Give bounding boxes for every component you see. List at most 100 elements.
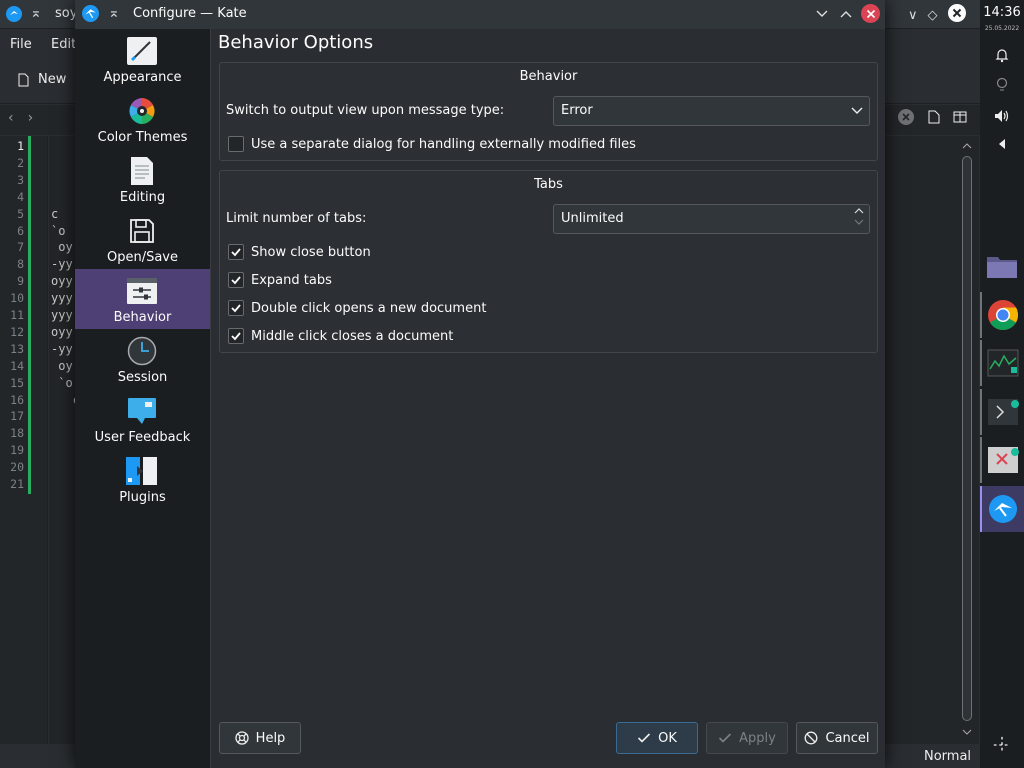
maximize-icon[interactable]: ◇ xyxy=(928,8,938,23)
task-file-manager[interactable] xyxy=(980,243,1024,289)
line-number: 21 xyxy=(10,477,24,491)
chevron-down-icon xyxy=(851,107,863,114)
sidebar-item-label: Open/Save xyxy=(106,250,178,265)
editing-icon xyxy=(125,154,159,188)
sidebar-item-open-save[interactable]: Open/Save xyxy=(75,209,210,269)
check-icon xyxy=(638,733,651,743)
dialog-titlebar: ⌅ Configure — Kate xyxy=(75,0,885,29)
output-view-combo[interactable]: Error xyxy=(553,96,870,126)
checkbox-box[interactable] xyxy=(228,300,244,316)
double-click-new-doc-label: Double click opens a new document xyxy=(251,300,487,316)
sidebar-item-appearance[interactable]: Appearance xyxy=(75,29,210,89)
double-click-new-doc-checkbox[interactable]: Double click opens a new document xyxy=(228,298,486,318)
split-view-icon[interactable] xyxy=(953,110,967,128)
configure-dialog: ⌅ Configure — Kate Appearance Color Them… xyxy=(75,0,885,768)
line-number: 13 xyxy=(10,341,24,356)
checkbox-box[interactable] xyxy=(228,272,244,288)
show-close-button-label: Show close button xyxy=(251,244,371,260)
sidebar-item-behavior[interactable]: Behavior xyxy=(75,269,210,329)
keep-above-icon[interactable]: ⌅ xyxy=(30,5,42,21)
user-feedback-icon xyxy=(125,394,159,428)
config-content: Behavior Options Behavior Switch to outp… xyxy=(210,29,885,768)
new-document-label: New xyxy=(38,72,67,87)
new-tab-icon[interactable] xyxy=(927,110,941,128)
notifications-bell-icon[interactable] xyxy=(992,45,1012,65)
middle-click-close-label: Middle click closes a document xyxy=(251,328,454,344)
checkbox-box[interactable] xyxy=(228,328,244,344)
checkbox-box[interactable] xyxy=(228,244,244,260)
line-number: 16 xyxy=(10,392,24,407)
apply-button[interactable]: Apply xyxy=(706,722,788,754)
appearance-icon xyxy=(125,34,159,68)
scroll-down-icon[interactable] xyxy=(962,728,972,736)
checkmark-icon xyxy=(231,276,241,285)
line-number: 11 xyxy=(10,308,24,322)
spin-down-icon[interactable] xyxy=(854,218,864,226)
spin-up-icon[interactable] xyxy=(854,207,864,215)
close-tab-icon[interactable] xyxy=(897,108,915,130)
status-mode[interactable]: Normal xyxy=(924,749,971,764)
menu-edit[interactable]: Edit xyxy=(51,37,76,52)
panel-config-icon[interactable] xyxy=(992,735,1012,755)
code-line: oyy xyxy=(51,324,73,339)
config-sidebar: Appearance Color Themes Editing Open/Sav… xyxy=(75,29,210,768)
close-icon[interactable] xyxy=(947,4,966,26)
sidebar-item-session[interactable]: Session xyxy=(75,329,210,389)
middle-click-close-checkbox[interactable]: Middle click closes a document xyxy=(228,326,453,346)
expand-tabs-label: Expand tabs xyxy=(251,272,332,288)
sidebar-item-color-themes[interactable]: Color Themes xyxy=(75,89,210,149)
line-number: 14 xyxy=(10,358,24,373)
dialog-close-icon[interactable] xyxy=(861,4,880,23)
kate-icon xyxy=(989,495,1017,523)
line-number: 4 xyxy=(17,189,24,204)
lightbulb-icon[interactable] xyxy=(992,75,1012,95)
line-number: 7 xyxy=(17,240,24,255)
tabs-group: Tabs Limit number of tabs: Unlimited Sho… xyxy=(219,170,878,353)
sidebar-item-editing[interactable]: Editing xyxy=(75,149,210,209)
task-chrome[interactable] xyxy=(980,292,1024,338)
task-system-monitor[interactable] xyxy=(980,340,1024,386)
task-kate[interactable] xyxy=(980,486,1024,532)
scrollbar-thumb[interactable] xyxy=(962,156,972,721)
line-number: 17 xyxy=(10,409,24,424)
plugins-icon xyxy=(125,454,159,488)
line-number: 2 xyxy=(17,155,24,170)
separate-dialog-label: Use a separate dialog for handling exter… xyxy=(251,136,636,152)
limit-tabs-spinbox[interactable]: Unlimited xyxy=(553,204,870,234)
folder-icon xyxy=(987,257,1017,278)
sidebar-item-label: Session xyxy=(117,370,168,385)
kate-app-icon xyxy=(6,6,22,26)
keep-above-icon[interactable]: ⌅ xyxy=(108,5,120,21)
cancel-button[interactable]: Cancel xyxy=(796,722,878,754)
expand-tray-icon[interactable] xyxy=(992,134,1012,154)
sidebar-item-user-feedback[interactable]: User Feedback xyxy=(75,389,210,449)
line-number: 1 xyxy=(17,139,24,153)
menu-file[interactable]: File xyxy=(10,37,32,52)
kate-window-controls: ∨ ◇ xyxy=(908,4,966,26)
system-monitor-icon xyxy=(987,349,1019,377)
separate-dialog-checkbox[interactable]: Use a separate dialog for handling exter… xyxy=(228,134,636,154)
expand-tabs-checkbox[interactable]: Expand tabs xyxy=(228,270,332,290)
checkbox-box[interactable] xyxy=(228,136,244,152)
help-button[interactable]: Help xyxy=(219,722,301,754)
task-application[interactable] xyxy=(980,437,1024,483)
clock-time[interactable]: 14:36 xyxy=(980,5,1024,20)
cancel-icon xyxy=(805,731,818,745)
open-save-icon xyxy=(125,214,159,248)
ok-button[interactable]: OK xyxy=(616,722,698,754)
kate-app-icon xyxy=(82,5,99,26)
task-konsole[interactable] xyxy=(980,389,1024,435)
sidebar-item-plugins[interactable]: Plugins xyxy=(75,449,210,509)
chrome-icon xyxy=(988,300,1019,331)
line-number: 9 xyxy=(17,274,24,289)
show-close-button-checkbox[interactable]: Show close button xyxy=(228,242,371,262)
maximize-icon[interactable] xyxy=(836,4,856,24)
tab-nav-arrows-icon[interactable]: ‹› xyxy=(8,110,47,126)
minimize-icon[interactable]: ∨ xyxy=(908,8,918,23)
new-document-button[interactable]: New xyxy=(16,72,66,87)
editor-scrollbar[interactable] xyxy=(960,140,974,744)
volume-icon[interactable] xyxy=(992,106,1012,126)
minimize-icon[interactable] xyxy=(812,4,832,24)
color-themes-icon xyxy=(125,94,159,128)
scroll-up-icon[interactable] xyxy=(962,142,972,150)
